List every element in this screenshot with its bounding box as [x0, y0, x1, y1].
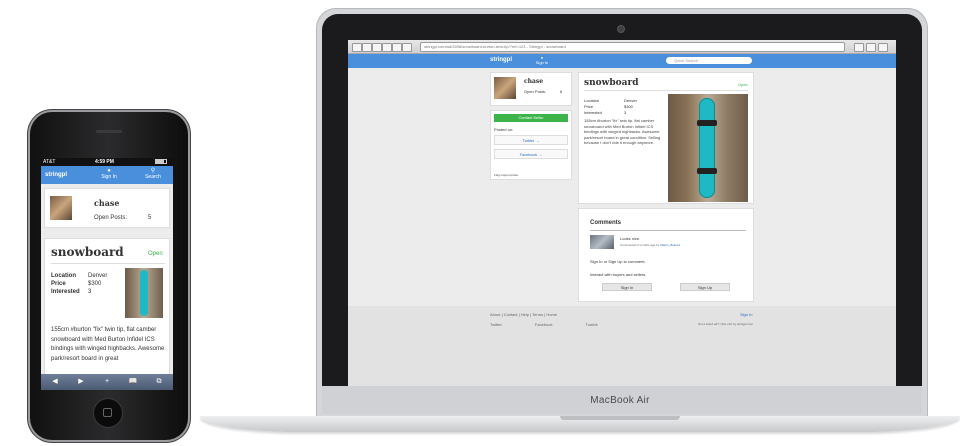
twitter-share-button[interactable]: Twitter →: [494, 135, 568, 145]
location-value: Denver: [624, 98, 637, 103]
phone-listing-description: 155cm #burton "fix" twin tip, flat cambe…: [51, 327, 165, 362]
divider: [590, 230, 746, 231]
home-button-icon: [103, 408, 112, 417]
binding-image: [697, 168, 717, 174]
divider: [51, 263, 165, 264]
binding-image: [697, 120, 717, 126]
phone-interested-label: Interested: [51, 289, 80, 295]
forward-icon[interactable]: [362, 43, 372, 52]
bookmark-icon[interactable]: [392, 43, 402, 52]
laptop-camera: [618, 26, 624, 32]
contact-seller-button[interactable]: Contact Seller: [494, 114, 568, 122]
back-icon[interactable]: [352, 43, 362, 52]
open-posts-label: Open Posts:: [524, 89, 547, 94]
phone-logo[interactable]: stringpl: [45, 172, 67, 178]
phone-listing-title: snowboard: [51, 245, 124, 259]
footer-twitter-link[interactable]: Twitter: [490, 322, 502, 327]
snowboard-image: [699, 98, 715, 198]
interact-text: Interact with buyers and sellers.: [590, 272, 647, 277]
url-bar[interactable]: stringpl.com/ad/3498/snowboard-burton-tw…: [420, 42, 845, 52]
bookmarks-icon[interactable]: 📖: [123, 374, 143, 390]
footer-social: Twitter Facebook Tumblr: [490, 322, 630, 327]
phone-price-value: $300: [88, 281, 102, 287]
carrier-label: AT&T: [43, 159, 56, 165]
menu-icon[interactable]: [866, 43, 876, 52]
seller-avatar[interactable]: [494, 77, 516, 99]
footer-facebook-link[interactable]: Facebook: [535, 322, 553, 327]
facebook-share-button[interactable]: Facebook →: [494, 149, 568, 159]
phone-nav-search[interactable]: ⚲ Search: [141, 168, 165, 180]
flag-link[interactable]: Flag inappropriate: [494, 173, 518, 177]
phone-status-badge: Open: [148, 251, 163, 257]
price-value: $300: [624, 104, 633, 109]
phone-open-posts-label: Open Posts:: [94, 215, 128, 221]
tabs-icon[interactable]: ⧉: [149, 374, 169, 390]
comment-author-link[interactable]: Martin_Bekes1: [660, 243, 680, 247]
phone-seller-avatar[interactable]: [50, 196, 72, 220]
comment-meta: Commented 3 months ago by Martin_Bekes1: [620, 243, 680, 247]
signup-button[interactable]: Sign Up: [680, 283, 730, 291]
extension-icon[interactable]: [854, 43, 864, 52]
commenter-avatar[interactable]: [590, 235, 614, 249]
phone-nav-search-label: Search: [145, 174, 161, 180]
comment-prompt[interactable]: Sign In or Sign Up to comment.: [590, 259, 646, 264]
seller-name[interactable]: chase: [524, 78, 543, 85]
listing-description: 155cm #burton "fix" twin tip, flat cambe…: [584, 118, 661, 145]
phone-camera: [106, 122, 110, 126]
forward-icon[interactable]: ▶: [71, 374, 91, 390]
price-label: Price: [584, 104, 594, 109]
snowboard-image: [140, 270, 148, 316]
back-icon[interactable]: ◀: [45, 374, 65, 390]
phone-nav-signin[interactable]: ● Sign In: [97, 168, 121, 180]
site-footer: [348, 306, 896, 386]
safari-toolbar: ◀ ▶ + 📖 ⧉: [41, 374, 173, 390]
divider: [584, 90, 748, 91]
interested-label: Interested: [584, 110, 602, 115]
home-icon[interactable]: [382, 43, 392, 52]
signin-button[interactable]: Sign In: [602, 283, 652, 291]
site-logo[interactable]: stringpl: [490, 57, 512, 63]
phone-seller-name[interactable]: chase: [94, 198, 119, 208]
footer-signin[interactable]: Sign In: [740, 312, 752, 317]
phone-location-value: Denver: [88, 273, 108, 279]
open-posts-count: 6: [560, 89, 563, 94]
status-badge: Open: [738, 82, 748, 87]
comment-meta-label: Commented 3 months ago by: [620, 243, 660, 247]
battery-icon: [155, 159, 167, 164]
laptop-notch: [560, 416, 680, 420]
laptop-screen: stringpl.com/ad/3498/snowboard-burton-tw…: [348, 40, 896, 386]
comment-text: Looks nice.: [620, 236, 641, 241]
footer-links[interactable]: About | Contact | Help | Terms | Home: [490, 312, 557, 317]
settings-icon[interactable]: [878, 43, 888, 52]
nav-signin-label: Sign In: [535, 60, 549, 65]
location-label: Location: [584, 98, 600, 103]
interested-value: 3: [624, 110, 627, 115]
nav-signin[interactable]: ● Sign In: [532, 55, 552, 65]
search-input[interactable]: Quick Search: [666, 57, 752, 64]
listing-title: snowboard: [584, 78, 639, 88]
laptop-brand-label: MacBook Air: [590, 395, 650, 406]
phone-interested-value: 3: [88, 289, 92, 295]
add-icon[interactable]: +: [97, 374, 117, 390]
phone-open-posts-count: 5: [148, 215, 152, 221]
footer-tumblr-link[interactable]: Tumblr: [586, 322, 598, 327]
reload-icon[interactable]: [372, 43, 382, 52]
comments-title: Comments: [590, 220, 622, 226]
share-icon[interactable]: [402, 43, 412, 52]
phone-location-label: Location: [51, 273, 76, 279]
status-time: 4:59 PM: [95, 159, 114, 165]
phone-screen: AT&T 4:59 PM stringpl ● Sign In ⚲ Search…: [41, 158, 173, 390]
phone-price-label: Price: [51, 281, 66, 287]
footer-right: Not a listed ad? | Site info by stringpl…: [698, 322, 754, 326]
posted-on-label: Posted on:: [494, 127, 514, 132]
phone-speaker: [96, 130, 122, 133]
phone-nav-signin-label: Sign In: [101, 174, 117, 180]
site-header: [348, 54, 896, 68]
